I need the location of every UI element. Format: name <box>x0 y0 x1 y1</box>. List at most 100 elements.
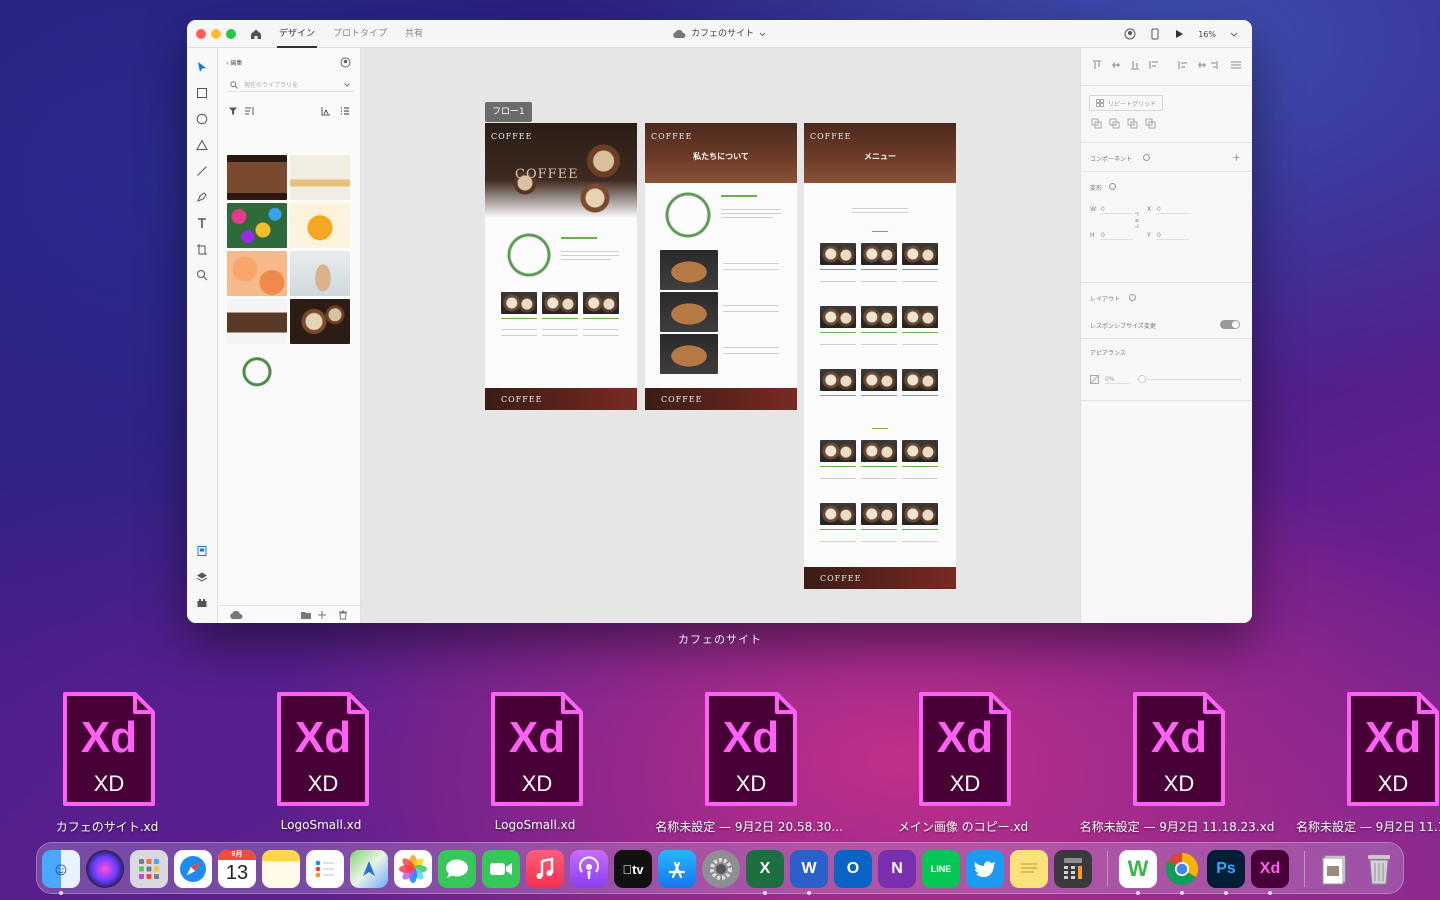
asset-flowers[interactable] <box>227 203 287 248</box>
add-component-icon[interactable] <box>1233 154 1240 161</box>
library-search-input[interactable]: 現在のライブラリを <box>226 78 354 92</box>
photoshop-icon[interactable]: Ps <box>1207 850 1245 888</box>
filter-icon[interactable] <box>228 106 238 116</box>
polygon-tool-icon[interactable] <box>195 138 209 152</box>
twitter-icon[interactable] <box>966 850 1004 888</box>
search-scope-chevron-icon[interactable] <box>344 82 350 87</box>
select-tool-icon[interactable] <box>195 60 209 74</box>
chrome-icon[interactable] <box>1163 850 1201 888</box>
photos-icon[interactable] <box>394 850 432 888</box>
adobe-xd-icon[interactable]: Xd <box>1251 850 1289 888</box>
x-input[interactable]: 0 <box>1157 206 1189 214</box>
outlook-icon[interactable]: O <box>834 850 872 888</box>
siri-icon[interactable] <box>86 850 124 888</box>
safari-icon[interactable] <box>174 850 212 888</box>
opacity-slider-handle[interactable] <box>1138 375 1146 383</box>
artboard-about[interactable]: COFFEE 私たちについて COFFEE <box>645 123 797 410</box>
pen-tool-icon[interactable] <box>195 190 209 204</box>
asset-heart-wreath[interactable] <box>227 347 287 392</box>
reminders-icon[interactable] <box>306 850 344 888</box>
artboard-tool-icon[interactable] <box>195 242 209 256</box>
finder-icon[interactable]: ☺ <box>42 850 80 888</box>
calendar-icon[interactable]: 9月 13 <box>218 850 256 888</box>
music-icon[interactable] <box>526 850 564 888</box>
facetime-icon[interactable] <box>482 850 520 888</box>
word-icon[interactable]: W <box>790 850 828 888</box>
desktop-file-4[interactable]: Xd XD メイン画像 のコピー.xd <box>856 690 1070 840</box>
library-back[interactable]: ‹ 編集 <box>226 58 242 67</box>
asset-wood-banner[interactable] <box>227 155 287 200</box>
align-tools-icon[interactable] <box>1091 60 1245 70</box>
list-view-icon[interactable] <box>340 106 350 116</box>
repeat-grid-button[interactable]: リピートグリッド <box>1089 95 1164 111</box>
desktop-file-2[interactable]: Xd XD LogoSmall.xd <box>428 690 642 840</box>
trash-icon[interactable] <box>338 610 348 620</box>
ellipse-tool-icon[interactable] <box>195 112 209 126</box>
flow-label[interactable]: フロー1 <box>485 102 532 122</box>
close-window-button[interactable] <box>196 29 206 39</box>
tab-share[interactable]: 共有 <box>403 20 425 48</box>
add-asset-icon[interactable] <box>317 610 329 620</box>
assets-panel-icon[interactable] <box>195 544 209 558</box>
desktop-file-6[interactable]: Xd XD 名称未設定 — 9月2日 11.1 <box>1284 690 1440 840</box>
user-icon[interactable] <box>1124 28 1136 40</box>
maps-icon[interactable] <box>350 850 388 888</box>
boolean-ops-icon[interactable] <box>1091 118 1163 130</box>
sort-icon[interactable] <box>244 106 255 116</box>
responsive-resize-toggle[interactable] <box>1220 320 1240 329</box>
zoom-window-button[interactable] <box>226 29 236 39</box>
zoom-level[interactable]: 16% <box>1198 30 1216 39</box>
wps-writer-icon[interactable]: W <box>1119 850 1157 888</box>
library-user-icon[interactable] <box>340 57 351 68</box>
desktop-file-0[interactable]: Xd XD カフェのサイト.xd <box>0 690 214 840</box>
home-icon[interactable] <box>249 27 263 41</box>
asset-fruit-table[interactable] <box>290 155 350 200</box>
minimize-window-button[interactable] <box>211 29 221 39</box>
desktop-file-3[interactable]: Xd XD 名称未設定 — 9月2日 20.58.30... <box>642 690 856 840</box>
text-tool-icon[interactable] <box>195 216 209 230</box>
opacity-input[interactable]: 0% <box>1105 376 1129 384</box>
cloud-sync-icon[interactable] <box>229 610 243 620</box>
podcasts-icon[interactable] <box>570 850 608 888</box>
messages-icon[interactable] <box>438 850 476 888</box>
artboard-home[interactable]: COFFEE COFFEE COFFEE <box>485 123 637 410</box>
trash-bin-icon[interactable] <box>1360 850 1398 888</box>
artboard-menu[interactable]: COFFEE メニュー COFFEE <box>804 123 956 589</box>
asset-orange-drink[interactable] <box>290 203 350 248</box>
app-store-icon[interactable] <box>658 850 696 888</box>
asset-latte[interactable] <box>290 299 350 344</box>
lock-aspect-icon[interactable] <box>1134 212 1140 228</box>
calculator-icon[interactable] <box>1054 850 1092 888</box>
folder-icon[interactable] <box>300 610 312 620</box>
launchpad-icon[interactable] <box>130 850 168 888</box>
zoom-chevron-icon[interactable] <box>1230 32 1238 37</box>
y-input[interactable]: 0 <box>1157 232 1189 240</box>
height-input[interactable]: 0 <box>1101 232 1133 240</box>
apple-tv-icon[interactable]: tv <box>614 850 652 888</box>
asset-cart-banner[interactable] <box>227 299 287 344</box>
play-icon[interactable] <box>1174 29 1184 39</box>
plugins-panel-icon[interactable] <box>195 596 209 610</box>
stickies-icon[interactable] <box>1010 850 1048 888</box>
design-canvas[interactable]: フロー1 COFFEE COFFEE COFFEE COFFEE 私たちについて… <box>361 48 1080 623</box>
device-preview-icon[interactable] <box>1150 28 1160 40</box>
tab-design[interactable]: デザイン <box>277 20 318 48</box>
documents-stack-icon[interactable] <box>1316 850 1354 888</box>
desktop-file-5[interactable]: Xd XD 名称未設定 — 9月2日 11.18.23.xd <box>1070 690 1284 840</box>
line-tool-icon[interactable] <box>195 164 209 178</box>
line-icon[interactable]: LINE <box>922 850 960 888</box>
notes-icon[interactable] <box>262 850 300 888</box>
asset-woman-beach[interactable] <box>290 251 350 296</box>
excel-icon[interactable]: X <box>746 850 784 888</box>
rectangle-tool-icon[interactable] <box>195 86 209 100</box>
asset-citrus[interactable] <box>227 251 287 296</box>
onenote-icon[interactable]: N <box>878 850 916 888</box>
grid-view-icon[interactable] <box>320 106 331 116</box>
layers-panel-icon[interactable] <box>195 570 209 584</box>
zoom-tool-icon[interactable] <box>195 268 209 282</box>
tab-prototype[interactable]: プロトタイプ <box>331 20 389 48</box>
opacity-slider-track[interactable] <box>1137 379 1241 380</box>
width-input[interactable]: 0 <box>1101 206 1133 214</box>
system-preferences-icon[interactable] <box>702 850 740 888</box>
desktop-file-1[interactable]: Xd XD LogoSmall.xd <box>214 690 428 840</box>
